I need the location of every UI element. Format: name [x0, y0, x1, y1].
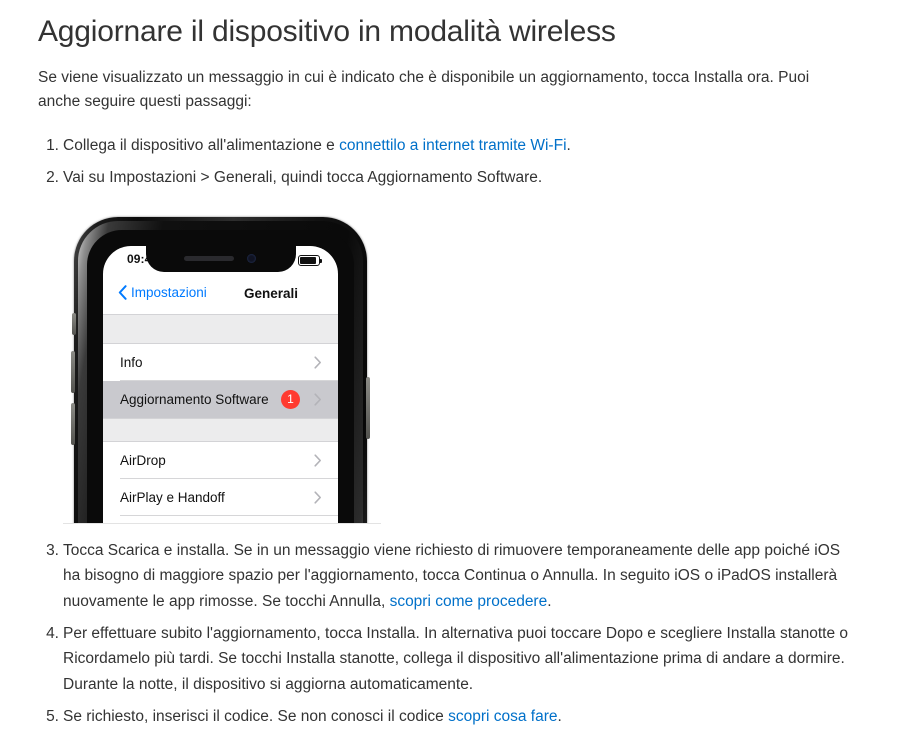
phone-rim: 09:41 Impostazioni Generali Info Aggiorn…: [78, 220, 363, 524]
phone-notch: [145, 245, 296, 272]
list-item-number: 3.: [46, 541, 59, 559]
article-page: Aggiornare il dispositivo in modalità wi…: [0, 0, 901, 730]
ios-navigation-bar: Impostazioni Generali: [103, 275, 338, 314]
chevron-right-icon: [314, 491, 321, 504]
table-section-gap-top: [103, 313, 338, 344]
back-button-label: Impostazioni: [131, 284, 207, 300]
settings-row[interactable]: AirDrop: [103, 441, 338, 479]
chevron-left-icon: [118, 284, 127, 300]
battery-icon: [298, 254, 322, 266]
list-item-text-tail: .: [557, 708, 562, 726]
figure-bottom-edge: [63, 522, 381, 524]
list-item-text: Collega il dispositivo all'alimentazione…: [63, 136, 340, 154]
list-item-text: Se richiesto, inserisci il codice. Se no…: [63, 708, 449, 726]
settings-row-label: Aggiornamento Software: [120, 391, 269, 407]
notification-badge: 1: [281, 389, 300, 409]
phone-screen: 09:41 Impostazioni Generali Info Aggiorn…: [103, 245, 338, 524]
list-item: 2. Vai su Impostazioni > Generali, quindi…: [38, 165, 861, 190]
list-item: 5. Se richiesto, inserisci il codice. Se …: [38, 704, 861, 729]
front-camera-icon: [246, 253, 256, 263]
inline-link[interactable]: scopri cosa fare: [448, 708, 557, 725]
settings-group-one: Info Aggiornamento Software 1: [103, 343, 338, 418]
list-item: 1. Collega il dispositivo all'alimentazio…: [38, 133, 861, 158]
iphone-screenshot-figure: 09:41 Impostazioni Generali Info Aggiorn…: [63, 211, 381, 524]
settings-row[interactable]: Aggiornamento Software 1: [103, 380, 338, 418]
steps-list-lower: 3. Tocca Scarica e installa. Se in un mes…: [38, 538, 861, 730]
inline-link[interactable]: scopri come procedere: [390, 593, 548, 610]
settings-row-label: Info: [120, 354, 143, 370]
settings-group-two: AirDropAirPlay e HandoffPicture in Pictu…: [103, 441, 338, 524]
settings-row-label: AirPlay e Handoff: [120, 489, 225, 505]
volume-down-button: [71, 402, 75, 445]
volume-up-button: [71, 350, 75, 393]
page-title: Aggiornare il dispositivo in modalità wi…: [38, 15, 616, 48]
screen-title: Generali: [244, 285, 299, 301]
mute-switch-icon: [72, 312, 76, 335]
back-button[interactable]: Impostazioni: [118, 285, 207, 300]
list-item-text: Per effettuare subito l'aggiornamento, t…: [63, 625, 849, 693]
phone-bezel: 09:41 Impostazioni Generali Info Aggiorn…: [87, 229, 354, 524]
intro-paragraph: Se viene visualizzato un messaggio in cu…: [38, 69, 810, 111]
list-item: 3. Tocca Scarica e installa. Se in un mes…: [38, 538, 861, 614]
table-section-gap-middle: [103, 417, 338, 442]
chevron-right-icon: [314, 393, 321, 406]
chevron-right-icon: [314, 454, 321, 467]
steps-list-upper: 1. Collega il dispositivo all'alimentazio…: [38, 133, 861, 191]
earpiece-speaker-icon: [183, 255, 234, 261]
settings-row-label: AirDrop: [120, 452, 166, 468]
side-power-button: [366, 376, 370, 439]
phone-frame: 09:41 Impostazioni Generali Info Aggiorn…: [71, 216, 370, 524]
list-item-text-tail: .: [566, 136, 571, 154]
settings-row[interactable]: AirPlay e Handoff: [103, 478, 338, 516]
settings-row[interactable]: Info: [103, 343, 338, 381]
list-item-number: 5.: [46, 708, 59, 726]
list-item-number: 2.: [46, 169, 59, 187]
list-item-number: 1.: [46, 136, 59, 154]
list-item-text: Vai su Impostazioni > Generali, quindi t…: [63, 169, 543, 187]
list-item-number: 4.: [46, 625, 59, 642]
chevron-right-icon: [314, 356, 321, 369]
list-item-text-tail: .: [547, 592, 552, 610]
list-item: 4. Per effettuare subito l'aggiornamento,…: [38, 621, 861, 697]
inline-link[interactable]: connettilo a internet tramite Wi-Fi: [339, 137, 566, 154]
